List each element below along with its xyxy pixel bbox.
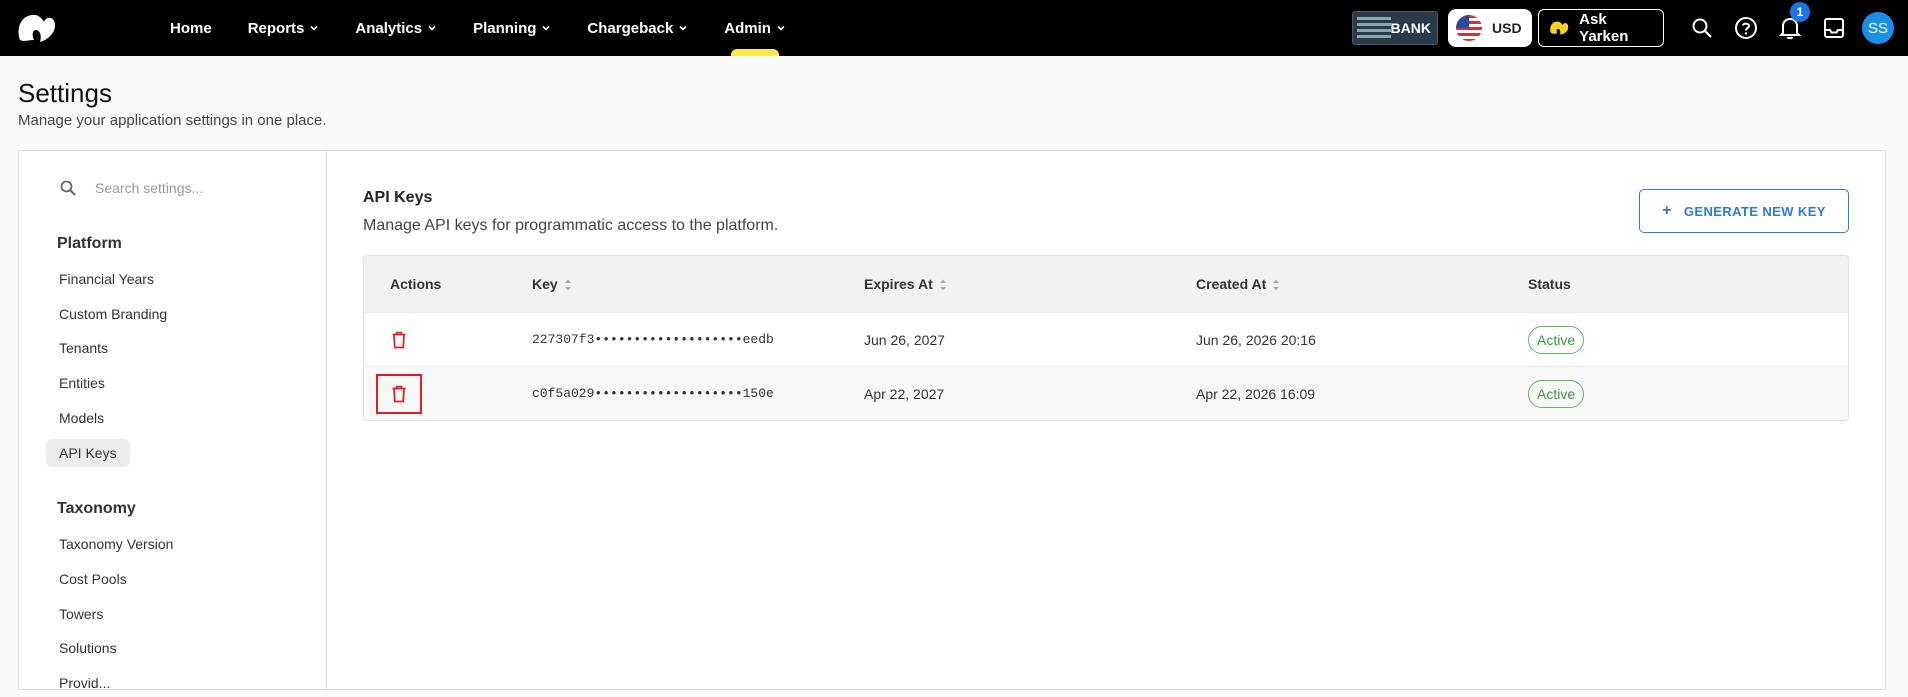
avatar[interactable]: SS	[1862, 12, 1894, 44]
sort-icon	[564, 279, 571, 291]
chevron-down-icon	[777, 25, 785, 31]
nav-chargeback[interactable]: Chargeback	[569, 0, 706, 56]
search-button[interactable]	[1680, 0, 1724, 56]
chevron-down-icon	[542, 25, 550, 31]
api-keys-table: Actions Key Expires At Created At Status…	[363, 255, 1849, 421]
created-cell: Jun 26, 2026 20:16	[1196, 331, 1316, 348]
table-row: 227307f3•••••••••••••••••••eedb Jun 26, …	[364, 312, 1848, 366]
header-expires-label: Expires At	[864, 275, 933, 292]
header-created-label: Created At	[1196, 275, 1267, 292]
inbox-button[interactable]	[1812, 0, 1856, 56]
sidebar-item-taxonomy-version[interactable]: Taxonomy Version	[46, 530, 186, 558]
nav-reports-label: Reports	[247, 19, 305, 37]
table-row: c0f5a029•••••••••••••••••••150e Apr 22, …	[364, 366, 1848, 420]
nav-planning[interactable]: Planning	[455, 0, 569, 56]
sidebar-item-entities[interactable]: Entities	[46, 369, 118, 397]
section-taxonomy-title: Taxonomy	[57, 500, 136, 517]
nav-planning-label: Planning	[473, 19, 537, 37]
trash-icon	[392, 385, 406, 402]
page-title: Settings	[18, 78, 112, 108]
header-key-label: Key	[532, 275, 558, 292]
expires-cell: Apr 22, 2027	[864, 385, 945, 402]
plus-icon: +	[1662, 202, 1672, 219]
sort-icon	[939, 279, 946, 291]
actions-cell	[364, 373, 532, 414]
search-settings-input[interactable]	[95, 180, 275, 196]
settings-sidebar: Platform Financial Years Custom Branding…	[19, 151, 327, 691]
generate-new-key-button[interactable]: + GENERATE NEW KEY	[1639, 189, 1849, 233]
top-navbar: Home Reports Analytics Planning Chargeba…	[0, 0, 1908, 56]
sidebar-item-towers[interactable]: Towers	[46, 600, 116, 628]
generate-new-key-label: GENERATE NEW KEY	[1683, 203, 1826, 219]
search-icon	[60, 180, 76, 196]
nav-analytics[interactable]: Analytics	[337, 0, 455, 56]
actions-cell	[364, 320, 532, 360]
key-cell: c0f5a029•••••••••••••••••••150e	[532, 386, 774, 401]
key-cell: 227307f3•••••••••••••••••••eedb	[532, 332, 774, 347]
sidebar-item-api-keys[interactable]: API Keys	[46, 439, 130, 467]
trash-icon	[392, 331, 406, 348]
page-subtitle: Manage your application settings in one …	[18, 112, 327, 129]
currency-selector[interactable]: USD	[1448, 9, 1532, 47]
nav-admin-label: Admin	[724, 19, 771, 37]
header-expires-at[interactable]: Expires At	[864, 276, 1196, 292]
help-icon	[1735, 17, 1757, 39]
sidebar-item-custom-branding[interactable]: Custom Branding	[46, 300, 180, 328]
avatar-initials: SS	[1867, 19, 1888, 37]
sidebar-item-providers[interactable]: Provid...	[46, 669, 123, 697]
bank-label: BANK	[1390, 20, 1431, 36]
api-keys-content: API Keys Manage API keys for programmati…	[327, 151, 1885, 689]
notification-badge: 1	[1790, 2, 1810, 22]
sidebar-item-tenants[interactable]: Tenants	[46, 334, 121, 362]
section-title: API Keys	[363, 189, 433, 206]
nav-chargeback-label: Chargeback	[587, 19, 674, 37]
ask-yarken-label: Ask Yarken	[1579, 11, 1629, 45]
ask-yarken-button[interactable]: Ask Yarken	[1538, 9, 1664, 47]
chevron-down-icon	[679, 25, 687, 31]
header-key[interactable]: Key	[532, 276, 864, 292]
search-icon	[1692, 18, 1712, 38]
delete-key-button[interactable]	[376, 373, 422, 414]
section-platform-title: Platform	[57, 235, 122, 252]
main-nav: Home Reports Analytics Planning Chargeba…	[152, 0, 804, 56]
bank-logo[interactable]: BANK	[1352, 11, 1438, 45]
section-description: Manage API keys for programmatic access …	[363, 217, 779, 234]
header-created-at[interactable]: Created At	[1196, 276, 1528, 292]
header-tools: BANK USD Ask Yarken 1 SS	[1352, 0, 1908, 56]
nav-reports[interactable]: Reports	[230, 0, 338, 56]
chevron-down-icon	[310, 25, 318, 31]
status-cell: Active	[1528, 379, 1848, 408]
created-cell: Apr 22, 2026 16:09	[1196, 385, 1316, 402]
header-status: Status	[1528, 276, 1571, 292]
status-cell: Active	[1528, 325, 1848, 354]
bank-stripes-icon	[1357, 17, 1391, 41]
header-actions: Actions	[390, 276, 442, 292]
sidebar-item-solutions[interactable]: Solutions	[46, 634, 130, 662]
nav-admin[interactable]: Admin	[706, 0, 804, 56]
expires-cell: Jun 26, 2027	[864, 331, 945, 348]
status-badge: Active	[1528, 325, 1585, 354]
inbox-icon	[1824, 18, 1844, 38]
notifications-button[interactable]: 1	[1768, 0, 1812, 56]
nav-home-label: Home	[170, 19, 212, 37]
status-badge: Active	[1528, 379, 1585, 408]
sidebar-item-cost-pools[interactable]: Cost Pools	[46, 565, 140, 593]
sort-icon	[1273, 279, 1280, 291]
settings-search	[59, 179, 275, 197]
sidebar-item-financial-years[interactable]: Financial Years	[46, 265, 167, 293]
sidebar-item-models[interactable]: Models	[46, 404, 117, 432]
logo-icon[interactable]	[14, 10, 58, 46]
yarken-bird-icon	[1550, 21, 1569, 35]
nav-analytics-label: Analytics	[355, 19, 423, 37]
us-flag-icon	[1456, 15, 1482, 41]
delete-key-button[interactable]	[376, 320, 422, 360]
currency-label: USD	[1492, 20, 1522, 36]
help-button[interactable]	[1724, 0, 1768, 56]
settings-panel: Platform Financial Years Custom Branding…	[18, 150, 1886, 691]
table-header: Actions Key Expires At Created At Status	[364, 256, 1848, 312]
nav-home[interactable]: Home	[152, 0, 230, 56]
chevron-down-icon	[428, 25, 436, 31]
